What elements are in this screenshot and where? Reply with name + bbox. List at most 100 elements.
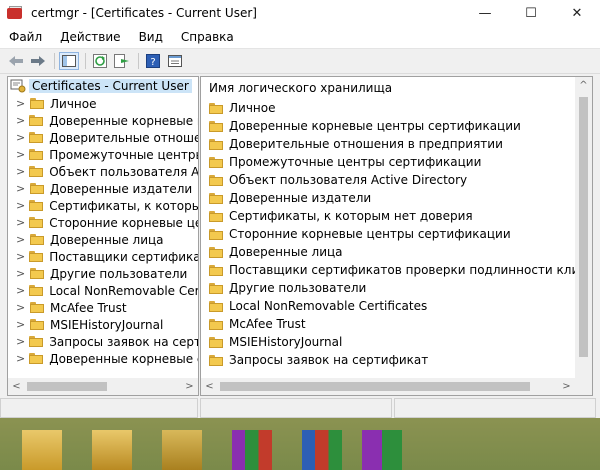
tree-pane[interactable]: Certificates - Current User > Личное > Дове… xyxy=(7,76,199,396)
expand-chevron-icon[interactable]: > xyxy=(16,233,26,246)
desktop-archive-icon[interactable] xyxy=(232,430,272,470)
folder-icon xyxy=(30,183,44,194)
tree-item[interactable]: > McAfee Trust xyxy=(8,299,198,316)
tree-item-label: Доверенные издатели xyxy=(50,181,193,196)
desktop-folder-icon[interactable] xyxy=(22,430,62,470)
svg-text:?: ? xyxy=(150,57,155,68)
list-item[interactable]: Сторонние корневые центры сертификации xyxy=(201,225,592,243)
scroll-left-arrow-icon[interactable]: < xyxy=(201,381,218,392)
list-item[interactable]: Доверенные лица xyxy=(201,243,592,261)
folder-icon xyxy=(29,166,44,177)
scroll-up-arrow-icon[interactable]: ^ xyxy=(575,77,592,94)
expand-chevron-icon[interactable]: > xyxy=(16,284,25,297)
expand-chevron-icon[interactable]: > xyxy=(16,335,25,348)
tree-item[interactable]: > MSIEHistoryJournal xyxy=(8,316,198,333)
menu-action[interactable]: Действие xyxy=(51,30,129,44)
details-vertical-scrollbar[interactable]: ^ xyxy=(575,77,592,378)
desktop-archive-icon[interactable] xyxy=(302,430,342,470)
tree-item[interactable]: > Другие пользователи xyxy=(8,265,198,282)
scroll-thumb[interactable] xyxy=(220,382,530,391)
expand-chevron-icon[interactable]: > xyxy=(16,318,26,331)
expand-chevron-icon[interactable]: > xyxy=(16,301,26,314)
list-item[interactable]: Доверенные издатели xyxy=(201,189,592,207)
expand-chevron-icon[interactable]: > xyxy=(16,267,26,280)
show-hide-tree-icon[interactable] xyxy=(59,52,79,70)
menu-bar: Файл Действие Вид Справка xyxy=(0,26,600,48)
expand-chevron-icon[interactable]: > xyxy=(16,97,26,110)
list-item[interactable]: Доверенные корневые центры сертификации xyxy=(201,117,592,135)
list-item[interactable]: McAfee Trust xyxy=(201,315,592,333)
help-icon[interactable]: ? xyxy=(143,52,163,70)
tree-item-label: Доверенные корневые цент xyxy=(49,113,198,128)
list-item[interactable]: Local NonRemovable Certificates xyxy=(201,297,592,315)
expand-chevron-icon[interactable]: > xyxy=(16,114,25,127)
tree-item[interactable]: > Запросы заявок на сертифи xyxy=(8,333,198,350)
folder-icon xyxy=(29,353,44,364)
refresh-icon[interactable] xyxy=(90,52,110,70)
menu-view[interactable]: Вид xyxy=(130,30,172,44)
minimize-button[interactable]: — xyxy=(462,0,508,26)
expand-chevron-icon[interactable]: > xyxy=(16,352,25,365)
list-item-label: Сертификаты, к которым нет доверия xyxy=(229,209,473,223)
list-item[interactable]: Объект пользователя Active Directory xyxy=(201,171,592,189)
tree-item[interactable]: > Объект пользователя Active xyxy=(8,163,198,180)
maximize-button[interactable]: ☐ xyxy=(508,0,554,26)
list-item[interactable]: MSIEHistoryJournal xyxy=(201,333,592,351)
tree-horizontal-scrollbar[interactable]: < > xyxy=(8,378,198,395)
back-arrow-icon[interactable] xyxy=(6,52,26,70)
column-header[interactable]: Имя логического хранилища xyxy=(201,77,592,99)
menu-help[interactable]: Справка xyxy=(172,30,243,44)
list-item-label: Поставщики сертификатов проверки подлинн… xyxy=(229,263,593,277)
tree-item[interactable]: > Доверенные лица xyxy=(8,231,198,248)
tree-item[interactable]: > Доверенные корневые серт xyxy=(8,350,198,367)
scroll-right-arrow-icon[interactable]: > xyxy=(181,381,198,392)
list-item[interactable]: Личное xyxy=(201,99,592,117)
tree-item[interactable]: > Промежуточные центры се xyxy=(8,146,198,163)
tree-root[interactable]: Certificates - Current User xyxy=(8,77,198,95)
status-cell xyxy=(0,398,198,418)
scroll-thumb[interactable] xyxy=(579,97,588,357)
menu-file[interactable]: Файл xyxy=(0,30,51,44)
list-item[interactable]: Другие пользователи xyxy=(201,279,592,297)
title-bar[interactable]: certmgr - [Certificates - Current User] … xyxy=(0,0,600,26)
list-item[interactable]: Сертификаты, к которым нет доверия xyxy=(201,207,592,225)
desktop-folder-icon[interactable] xyxy=(162,430,202,470)
list-item[interactable]: Промежуточные центры сертификации xyxy=(201,153,592,171)
details-pane[interactable]: Имя логического хранилища Личное Доверенн… xyxy=(200,76,593,396)
expand-chevron-icon[interactable]: > xyxy=(16,131,25,144)
folder-icon xyxy=(209,156,223,168)
expand-chevron-icon[interactable]: > xyxy=(16,250,25,263)
tree-item[interactable]: > Доверительные отношения xyxy=(8,129,198,146)
forward-arrow-icon[interactable] xyxy=(28,52,48,70)
tree-item[interactable]: > Доверенные корневые цент xyxy=(8,112,198,129)
details-horizontal-scrollbar[interactable]: < > xyxy=(201,378,575,395)
tree-item[interactable]: > Доверенные издатели xyxy=(8,180,198,197)
tree-item[interactable]: > Личное xyxy=(8,95,198,112)
tree-item[interactable]: > Сторонние корневые центр xyxy=(8,214,198,231)
expand-chevron-icon[interactable]: > xyxy=(16,165,25,178)
tree-item[interactable]: > Поставщики сертификатов xyxy=(8,248,198,265)
scroll-right-arrow-icon[interactable]: > xyxy=(558,381,575,392)
export-list-icon[interactable] xyxy=(112,52,132,70)
close-button[interactable]: ✕ xyxy=(554,0,600,26)
list-item-label: Доверенные лица xyxy=(229,245,343,259)
expand-chevron-icon[interactable]: > xyxy=(16,182,26,195)
properties-icon[interactable] xyxy=(165,52,185,70)
folder-icon xyxy=(29,217,44,228)
scroll-thumb[interactable] xyxy=(27,382,107,391)
folder-icon xyxy=(209,354,223,366)
expand-chevron-icon[interactable]: > xyxy=(16,216,25,229)
desktop-folder-icon[interactable] xyxy=(92,430,132,470)
list-item[interactable]: Запросы заявок на сертификат xyxy=(201,351,592,369)
folder-icon xyxy=(30,98,44,109)
tree-item[interactable]: > Сертификаты, к которым не xyxy=(8,197,198,214)
tree-item-label: Поставщики сертификатов xyxy=(49,249,199,264)
tree-item-label: Доверенные лица xyxy=(50,232,164,247)
list-item[interactable]: Доверительные отношения в предприятии xyxy=(201,135,592,153)
expand-chevron-icon[interactable]: > xyxy=(16,199,25,212)
expand-chevron-icon[interactable]: > xyxy=(16,148,25,161)
tree-item[interactable]: > Local NonRemovable Certific xyxy=(8,282,198,299)
scroll-left-arrow-icon[interactable]: < xyxy=(8,381,25,392)
list-item[interactable]: Поставщики сертификатов проверки подлинн… xyxy=(201,261,592,279)
desktop-archive-icon[interactable] xyxy=(362,430,402,470)
